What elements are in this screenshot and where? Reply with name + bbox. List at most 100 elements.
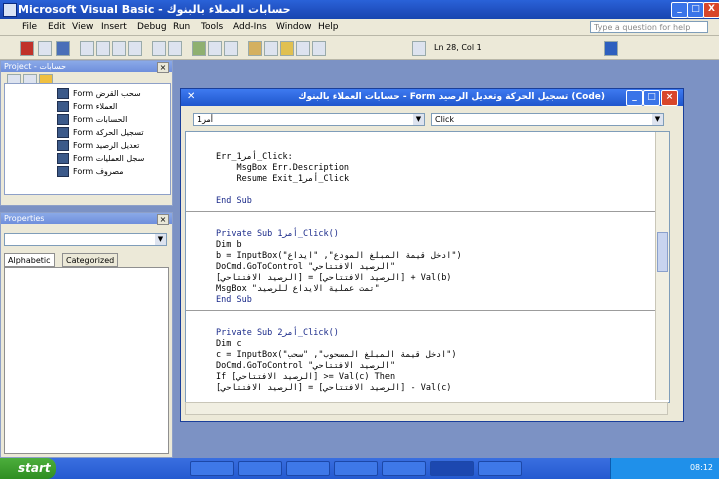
taskbar-button[interactable] — [238, 461, 282, 476]
design-mode-icon[interactable] — [248, 41, 262, 56]
save-icon[interactable] — [56, 41, 70, 56]
reset-icon[interactable] — [224, 41, 238, 56]
code-line: Resume Exit_أمر1_Click — [216, 174, 350, 184]
chevron-down-icon: ▼ — [413, 114, 424, 125]
start-button[interactable]: start — [0, 458, 56, 479]
menu-edit[interactable]: Edit — [48, 22, 65, 32]
project-explorer-pane: Project - حسابات × Form سحب القرض Form ا… — [0, 60, 173, 206]
code-window-title: حسابات العملاء بالبنوك - Form تسجيل الحر… — [298, 92, 605, 102]
toolbox-icon[interactable] — [312, 41, 326, 56]
ask-question-input[interactable]: Type a question for help — [590, 21, 708, 33]
procedure-separator — [186, 211, 656, 212]
tree-item[interactable]: Form سحب القرض — [57, 88, 141, 100]
properties-window-icon[interactable] — [280, 41, 294, 56]
properties-pane-close-icon[interactable]: × — [157, 214, 169, 225]
tab-categorized[interactable]: Categorized — [62, 253, 119, 267]
menu-run[interactable]: Run — [173, 22, 190, 32]
form-icon — [57, 166, 69, 177]
run-icon[interactable] — [192, 41, 206, 56]
code-close-button[interactable]: × — [661, 90, 678, 106]
standard-toolbar: Ln 28, Col 1 — [0, 36, 719, 60]
tab-alphabetic[interactable]: Alphabetic — [4, 253, 55, 267]
form-icon — [57, 140, 69, 151]
view-access-icon[interactable] — [20, 41, 34, 56]
vb-app-icon — [3, 3, 17, 17]
property-grid — [4, 267, 169, 454]
project-pane-header: Project - حسابات × — [1, 61, 172, 73]
tree-item[interactable]: Form الحسابات — [57, 114, 127, 126]
code-vertical-scrollbar[interactable] — [655, 132, 669, 400]
code-horizontal-scrollbar[interactable] — [185, 402, 668, 415]
form-icon — [57, 101, 69, 112]
code-window-title-bar: ✕ حسابات العملاء بالبنوك - Form تسجيل ال… — [181, 89, 683, 106]
taskbar-button[interactable] — [190, 461, 234, 476]
copy-icon[interactable] — [96, 41, 110, 56]
menu-debug[interactable]: Debug — [137, 22, 167, 32]
code-line: MsgBox Err.Description — [216, 163, 350, 173]
code-line: [الرصيد الافتتاحي] = [الرصيد الافتتاحي] … — [216, 383, 452, 393]
help-icon[interactable] — [412, 41, 426, 56]
find-icon[interactable] — [128, 41, 142, 56]
code-line: b = InputBox("ادخل قيمة المبلغ المودع", … — [216, 251, 462, 261]
project-explorer-icon[interactable] — [264, 41, 278, 56]
maximize-button[interactable]: □ — [687, 2, 704, 18]
insert-module-icon[interactable] — [38, 41, 52, 56]
object-combo[interactable]: أمر1 ▼ — [193, 113, 425, 126]
close-button[interactable]: X — [703, 2, 719, 18]
clock: 08:12 — [689, 463, 713, 472]
object-selector[interactable]: ▼ — [4, 233, 167, 246]
tree-item[interactable]: Form العملاء — [57, 101, 117, 113]
code-minimize-button[interactable]: _ — [626, 90, 643, 106]
chevron-down-icon: ▼ — [155, 234, 166, 245]
object-browser-icon[interactable] — [296, 41, 310, 56]
properties-pane-title: Properties — [4, 214, 45, 223]
menu-insert[interactable]: Insert — [101, 22, 127, 32]
redo-icon[interactable] — [168, 41, 182, 56]
tree-item[interactable]: Form تسجيل الحركة — [57, 127, 144, 139]
break-icon[interactable] — [208, 41, 222, 56]
scroll-thumb[interactable] — [657, 232, 668, 272]
taskbar-button[interactable] — [430, 461, 474, 476]
cut-icon[interactable] — [80, 41, 94, 56]
form-icon — [57, 88, 69, 99]
project-pane-close-icon[interactable]: × — [157, 62, 169, 73]
procedure-combo[interactable]: Click ▼ — [431, 113, 664, 126]
menu-file[interactable]: File — [22, 22, 37, 32]
minimize-button[interactable]: _ — [671, 2, 688, 18]
cursor-position: Ln 28, Col 1 — [434, 43, 482, 52]
code-window: ✕ حسابات العملاء بالبنوك - Form تسجيل ال… — [180, 88, 684, 422]
taskbar-button[interactable] — [382, 461, 426, 476]
menu-window[interactable]: Window — [276, 22, 312, 32]
toolbar-overflow-icon[interactable] — [604, 41, 618, 56]
code-maximize-button[interactable]: □ — [643, 90, 660, 106]
code-line: End Sub — [216, 295, 252, 305]
code-line: DoCmd.GoToControl "الرصيد الافتتاحي" — [216, 361, 396, 371]
properties-pane-header: Properties × — [1, 213, 172, 225]
tree-item[interactable]: Form تعديل الرصيد — [57, 140, 139, 152]
taskbar-button[interactable] — [334, 461, 378, 476]
code-line: Dim b — [216, 240, 242, 250]
window-title: Microsoft Visual Basic - حسابات العملاء … — [18, 3, 291, 16]
code-line: If [الرصيد الافتتاحي] >= Val(c) Then — [216, 372, 396, 382]
project-pane-title: Project - حسابات — [4, 62, 67, 71]
code-line: End Sub — [216, 196, 252, 206]
project-tree: Form سحب القرض Form العملاء Form الحسابا… — [4, 83, 171, 195]
undo-icon[interactable] — [152, 41, 166, 56]
menu-tools[interactable]: Tools — [201, 22, 223, 32]
code-line: DoCmd.GoToControl "الرصيد الافتتاحي" — [216, 262, 396, 272]
tree-item[interactable]: Form مصروف — [57, 166, 124, 178]
code-window-icon: ✕ — [187, 91, 196, 102]
code-line: MsgBox "تمت عملية الايداع للرصيد" — [216, 284, 380, 294]
taskbar-button[interactable] — [286, 461, 330, 476]
menu-help[interactable]: Help — [318, 22, 339, 32]
menu-addins[interactable]: Add-Ins — [233, 22, 267, 32]
chevron-down-icon: ▼ — [652, 114, 663, 125]
form-icon — [57, 127, 69, 138]
code-editor[interactable]: Err_أمر1_Click: MsgBox Err.Description R… — [185, 131, 670, 403]
taskbar-button[interactable] — [478, 461, 522, 476]
code-line: c = InputBox("ادخل قيمة المبلغ المسحوب",… — [216, 350, 457, 360]
menu-view[interactable]: View — [72, 22, 93, 32]
tree-item[interactable]: Form سجل العمليات — [57, 153, 144, 165]
paste-icon[interactable] — [112, 41, 126, 56]
procedure-separator — [186, 310, 656, 311]
